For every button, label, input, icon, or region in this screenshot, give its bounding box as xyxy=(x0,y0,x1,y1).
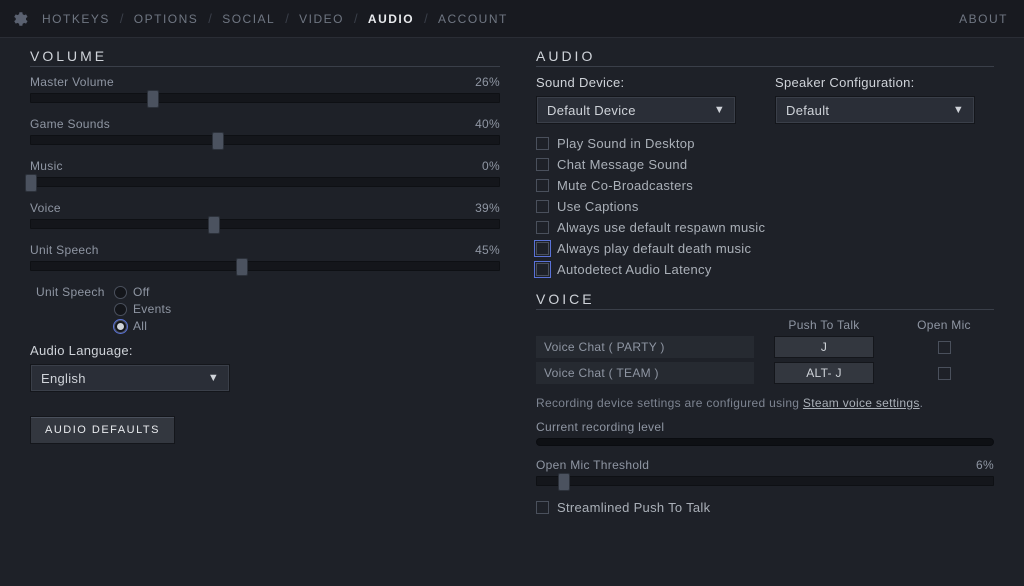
checkbox[interactable] xyxy=(536,263,549,276)
volume-slider[interactable] xyxy=(30,177,500,187)
volume-slider[interactable] xyxy=(30,135,500,145)
open-mic-checkbox[interactable] xyxy=(938,367,951,380)
slider-thumb[interactable] xyxy=(212,132,224,150)
slider-value: 39% xyxy=(475,201,500,215)
slider-value: 0% xyxy=(482,159,500,173)
recording-hint: Recording device settings are configured… xyxy=(536,396,994,410)
slider-value: 26% xyxy=(475,75,500,89)
slider-thumb[interactable] xyxy=(25,174,37,192)
rec-level-label: Current recording level xyxy=(536,420,664,434)
open-mic-checkbox[interactable] xyxy=(938,341,951,354)
push-to-talk-header: Push To Talk xyxy=(774,318,874,332)
audio-language-select[interactable]: English ▼ xyxy=(30,364,230,392)
radio-off-label: Off xyxy=(133,285,150,299)
radio-all-label: All xyxy=(133,319,147,333)
checkbox[interactable] xyxy=(536,242,549,255)
divider xyxy=(536,309,994,310)
nav-account[interactable]: ACCOUNT xyxy=(438,12,508,26)
steam-voice-settings-link[interactable]: Steam voice settings xyxy=(803,396,920,410)
checkbox-label: Mute Co-Broadcasters xyxy=(557,178,693,193)
slider-thumb[interactable] xyxy=(236,258,248,276)
nav-audio[interactable]: AUDIO xyxy=(368,12,414,26)
volume-slider[interactable] xyxy=(30,219,500,229)
slider-thumb[interactable] xyxy=(208,216,220,234)
speaker-config-select[interactable]: Default ▼ xyxy=(775,96,975,124)
checkbox-label: Use Captions xyxy=(557,199,639,214)
volume-slider[interactable] xyxy=(30,93,500,103)
threshold-slider[interactable] xyxy=(536,476,994,486)
voice-title: VOICE xyxy=(536,291,994,307)
slider-label: Music xyxy=(30,159,63,173)
divider xyxy=(536,66,994,67)
volume-title: VOLUME xyxy=(30,48,500,64)
checkbox[interactable] xyxy=(536,158,549,171)
unit-speech-radios: Unit Speech Off Events All xyxy=(36,285,500,333)
slider-label: Unit Speech xyxy=(30,243,99,257)
open-mic-header: Open Mic xyxy=(894,318,994,332)
unit-speech-label: Unit Speech xyxy=(36,285,108,299)
slider-label: Game Sounds xyxy=(30,117,110,131)
slider-thumb[interactable] xyxy=(558,473,570,491)
audio-language-label: Audio Language: xyxy=(30,343,500,358)
nav-tabs: HOTKEYS/OPTIONS/SOCIAL/VIDEO/AUDIO/ACCOU… xyxy=(42,11,959,26)
checkbox-label: Chat Message Sound xyxy=(557,157,687,172)
streamlined-ptt-label: Streamlined Push To Talk xyxy=(557,500,710,515)
checkbox[interactable] xyxy=(536,179,549,192)
streamlined-ptt-checkbox[interactable] xyxy=(536,501,549,514)
slider-label: Master Volume xyxy=(30,75,114,89)
audio-title: AUDIO xyxy=(536,48,994,64)
radio-events-label: Events xyxy=(133,302,172,316)
checkbox-label: Always play default death music xyxy=(557,241,751,256)
sound-device-value: Default Device xyxy=(547,103,636,118)
voice-row-label: Voice Chat ( PARTY ) xyxy=(536,336,754,358)
nav-about[interactable]: ABOUT xyxy=(959,12,1008,26)
slider-thumb[interactable] xyxy=(147,90,159,108)
keybind[interactable]: ALT- J xyxy=(774,362,874,384)
radio-events[interactable] xyxy=(114,303,127,316)
radio-off[interactable] xyxy=(114,286,127,299)
checkbox[interactable] xyxy=(536,137,549,150)
top-bar: HOTKEYS/OPTIONS/SOCIAL/VIDEO/AUDIO/ACCOU… xyxy=(0,0,1024,38)
chevron-down-icon: ▼ xyxy=(714,104,725,116)
slider-value: 45% xyxy=(475,243,500,257)
keybind[interactable]: J xyxy=(774,336,874,358)
checkbox[interactable] xyxy=(536,200,549,213)
nav-video[interactable]: VIDEO xyxy=(299,12,344,26)
radio-all[interactable] xyxy=(114,320,127,333)
voice-row-label: Voice Chat ( TEAM ) xyxy=(536,362,754,384)
volume-slider[interactable] xyxy=(30,261,500,271)
chevron-down-icon: ▼ xyxy=(208,372,219,384)
audio-defaults-button[interactable]: AUDIO DEFAULTS xyxy=(30,416,175,444)
recording-level-meter xyxy=(536,438,994,446)
sound-device-label: Sound Device: xyxy=(536,75,755,90)
divider xyxy=(30,66,500,67)
speaker-config-label: Speaker Configuration: xyxy=(775,75,994,90)
threshold-value: 6% xyxy=(976,458,994,472)
slider-value: 40% xyxy=(475,117,500,131)
sound-device-select[interactable]: Default Device ▼ xyxy=(536,96,736,124)
checkbox-label: Play Sound in Desktop xyxy=(557,136,695,151)
chevron-down-icon: ▼ xyxy=(953,104,964,116)
nav-hotkeys[interactable]: HOTKEYS xyxy=(42,12,110,26)
checkbox[interactable] xyxy=(536,221,549,234)
nav-options[interactable]: OPTIONS xyxy=(134,12,199,26)
speaker-config-value: Default xyxy=(786,103,829,118)
gear-icon[interactable] xyxy=(10,10,28,28)
audio-language-value: English xyxy=(41,371,86,386)
checkbox-label: Autodetect Audio Latency xyxy=(557,262,712,277)
checkbox-label: Always use default respawn music xyxy=(557,220,765,235)
nav-social[interactable]: SOCIAL xyxy=(222,12,275,26)
slider-label: Voice xyxy=(30,201,61,215)
threshold-label: Open Mic Threshold xyxy=(536,458,649,472)
